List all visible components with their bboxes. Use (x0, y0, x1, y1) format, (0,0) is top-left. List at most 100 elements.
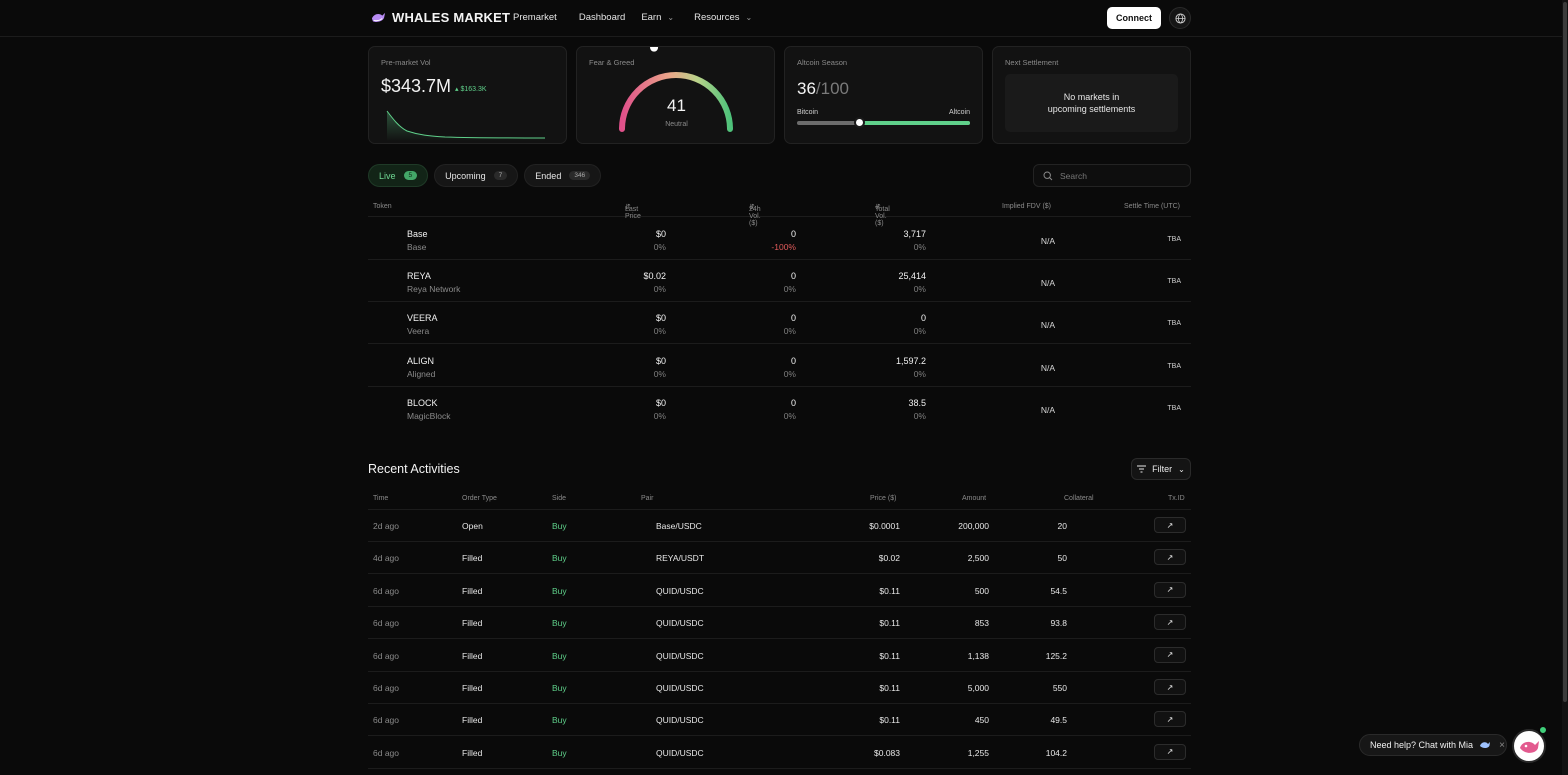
token-symbol: ALIGN (407, 355, 435, 366)
activity-time: 6d ago (373, 715, 399, 726)
activity-time: 2d ago (373, 521, 399, 531)
activity-row: 6d ago Filled Buy QUID/USDC $0.11 853 93.8 ↗ (368, 607, 1191, 640)
activity-collateral: 550 (1052, 683, 1067, 693)
token-symbol: REYA (407, 271, 431, 282)
tx-link-button[interactable]: ↗ (1154, 646, 1186, 663)
page-scrollbar-thumb[interactable] (1563, 2, 1567, 702)
activity-row: 6d ago Filled Buy QUID/USDC $0.11 500 54.5 ↗ (368, 575, 1191, 607)
market-row[interactable]: BLOCK MagicBlock $0 0% 0 0% 38.5 0% N/A TBA (368, 387, 1191, 429)
col-token: Token (373, 203, 392, 210)
activity-row: 6d ago Filled Buy QUID/USDC $0.083 1,255 104.2… (368, 737, 1191, 769)
activity-collateral: 49.5 (1050, 715, 1067, 726)
activity-side: Buy (552, 683, 567, 693)
altcoin-knob (854, 117, 866, 128)
vol-24h-change: 0% (783, 410, 796, 421)
premarket-vol-card: Pre-market Vol $343.7M ▴ $163.3K (368, 46, 567, 144)
activity-order-type: Filled (462, 747, 483, 758)
connect-button[interactable]: Connect (1107, 7, 1161, 29)
tab-ended[interactable]: Ended 346 (524, 164, 602, 187)
activity-pair: QUID/USDC (656, 650, 704, 661)
implied-fdv: N/A (1040, 320, 1056, 331)
col-last-price[interactable]: Last Price ⇵ (625, 203, 641, 220)
token-name: MagicBlock (407, 410, 451, 421)
tx-link-button[interactable]: ↗ (1154, 711, 1186, 728)
tx-link-button[interactable]: ↗ (1154, 517, 1186, 533)
settlement-msg-1: No markets in (1063, 92, 1120, 102)
last-price: $0 (655, 397, 666, 408)
chat-help-bubble[interactable]: Need help? Chat with Mia × (1359, 734, 1507, 756)
nav-earn[interactable]: Earn ⌄ (641, 12, 674, 23)
settle-time: TBA (1167, 320, 1181, 328)
last-price: $0.02 (643, 271, 666, 282)
nav-premarket[interactable]: Premarket (513, 12, 557, 23)
fear-greed-label: Neutral (665, 121, 688, 128)
activity-price: $0.11 (879, 618, 900, 629)
search-input[interactable]: Search (1033, 164, 1191, 187)
vol-24h: 0 (790, 355, 796, 366)
activity-side: Buy (552, 747, 567, 758)
gauge-knob (648, 47, 661, 54)
filter-label: Filter (1152, 464, 1173, 474)
vol-24h: 0 (790, 229, 796, 239)
globe-icon[interactable] (1169, 7, 1191, 29)
search-placeholder: Search (1060, 170, 1087, 181)
activity-side: Buy (552, 521, 567, 531)
market-row[interactable]: VEERA Veera $0 0% 0 0% 0 0% N/A TBA (368, 302, 1191, 345)
token-name: Aligned (407, 368, 436, 379)
tab-live[interactable]: Live 5 (368, 164, 429, 187)
implied-fdv: N/A (1040, 362, 1056, 373)
tx-link-button[interactable]: ↗ (1154, 614, 1186, 631)
activity-pair: QUID/USDC (656, 715, 704, 726)
chevron-down-icon: ⌄ (1178, 464, 1185, 474)
premarket-vol-delta: ▴ $163.3K (455, 86, 487, 93)
nav-dashboard[interactable]: Dashboard (579, 12, 625, 23)
col-fdv: Implied FDV ($) (1002, 203, 1052, 210)
brand-logo[interactable]: WHALES MARKET (371, 10, 510, 25)
top-navigation-bar: WHALES MARKET Premarket Dashboard Earn ⌄ … (0, 0, 1562, 37)
col-24h-vol[interactable]: 24h Vol. ($) ⇵ (749, 203, 761, 227)
tx-link-button[interactable]: ↗ (1154, 549, 1186, 566)
activity-side: Buy (552, 650, 567, 661)
token-symbol: BLOCK (407, 397, 438, 408)
activity-side: Buy (552, 715, 567, 726)
close-icon[interactable]: × (1499, 740, 1505, 751)
token-name: Base (407, 242, 427, 252)
tab-upcoming[interactable]: Upcoming 7 (434, 164, 519, 187)
activity-price: $0.0001 (869, 521, 900, 531)
tx-link-button[interactable]: ↗ (1154, 581, 1186, 598)
chevron-down-icon: ⌄ (745, 13, 753, 22)
filter-button[interactable]: Filter ⌄ (1131, 458, 1191, 480)
market-status-tabs: Live 5 Upcoming 7 Ended 346 (368, 164, 602, 187)
last-price: $0 (655, 229, 666, 239)
market-row[interactable]: ALIGN Aligned $0 0% 0 0% 1,597.2 0% N/A TBA (368, 345, 1191, 387)
tab-label: Live (379, 170, 396, 181)
tab-count: 346 (569, 171, 591, 180)
total-vol: 1,597.2 (895, 355, 926, 366)
col-order-type: Order Type (462, 495, 497, 502)
settle-time: TBA (1167, 362, 1181, 370)
tx-link-button[interactable]: ↗ (1154, 743, 1186, 760)
tx-link-button[interactable]: ↗ (1154, 679, 1186, 695)
settlement-msg-2: upcoming settlements (1047, 104, 1136, 114)
activity-pair: REYA/USDT (656, 553, 705, 564)
total-vol-change: 0% (913, 410, 926, 421)
activity-price: $0.083 (874, 747, 900, 758)
nav-resources[interactable]: Resources ⌄ (694, 12, 752, 23)
total-vol-change: 0% (913, 368, 926, 379)
activity-pair: QUID/USDC (656, 585, 704, 596)
arrow-up-right-icon: ↗ (1166, 747, 1174, 757)
arrow-up-right-icon: ↗ (1166, 552, 1174, 562)
tab-count: 7 (493, 171, 508, 180)
token-name: Reya Network (407, 284, 461, 295)
altcoin-season-bar (797, 117, 970, 128)
token-symbol: Base (407, 229, 428, 239)
col-total-vol[interactable]: Total Vol. ($) ⇵ (875, 203, 890, 227)
market-row[interactable]: REYA Reya Network $0.02 0% 0 0% 25,414 0% N/A TBA (368, 260, 1191, 303)
col-price: Price ($) (870, 495, 897, 502)
altcoin-season-card: Altcoin Season 36/100 Bitcoin Altcoin (784, 46, 983, 144)
col-txid: Tx.ID (1168, 495, 1185, 502)
card-title: Next Settlement (1005, 58, 1059, 67)
nav-label: Premarket (513, 12, 557, 23)
market-row[interactable]: Base Base $0 0% 0 -100% 3,717 0% N/A TBA (368, 218, 1191, 260)
altcoin-season-value: 36/100 (797, 79, 849, 99)
